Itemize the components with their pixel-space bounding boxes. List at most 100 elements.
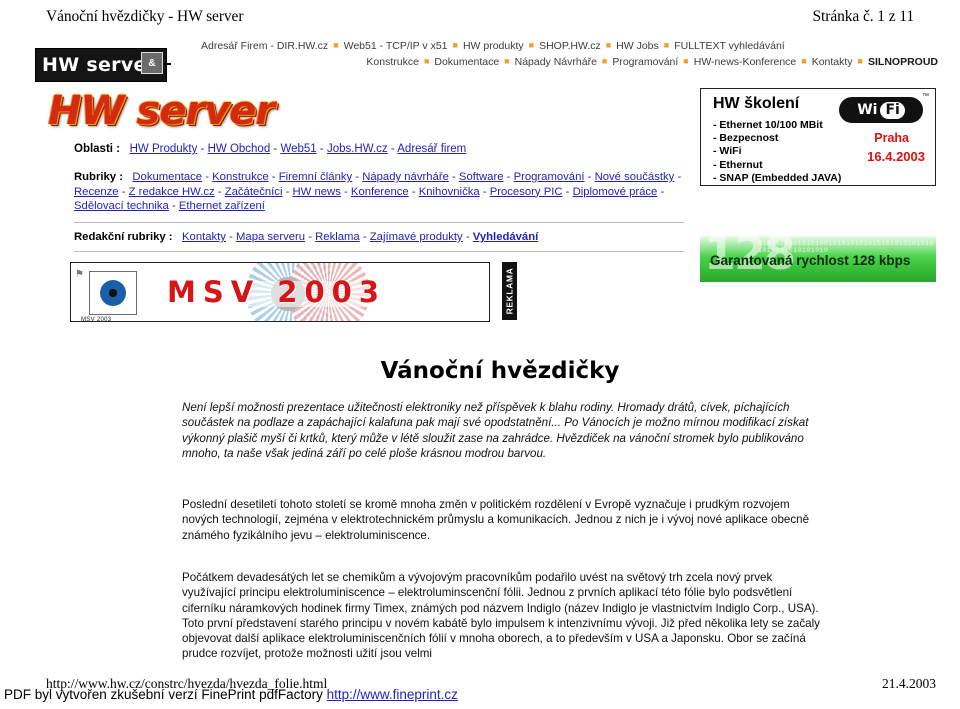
- article-paragraph-1: Poslední desetiletí tohoto století se kr…: [182, 498, 810, 542]
- nav-item-kontakty[interactable]: Kontakty: [812, 56, 853, 68]
- link-separator: -: [225, 231, 237, 243]
- hw-skoleni-ad-banner[interactable]: HW školení - Ethernet 10/100 MBit - Bezpe…: [700, 88, 936, 186]
- nav-item-fulltext-vyhled-v-n[interactable]: FULLTEXT vyhledávání: [674, 40, 785, 52]
- hw-server-logo[interactable]: HW server &: [35, 40, 171, 82]
- link-separator: -: [584, 171, 595, 183]
- link-separator: -: [268, 171, 279, 183]
- msv-logo-inner-icon: [100, 280, 126, 306]
- fineprint-link[interactable]: http://www.fineprint.cz: [327, 687, 458, 702]
- nav-separator-icon: ■: [452, 40, 458, 50]
- link-hw-news[interactable]: HW news: [293, 186, 341, 198]
- link-firemn-l-nky[interactable]: Firemní články: [279, 171, 352, 183]
- nav-separator-icon: ■: [423, 56, 430, 66]
- link-konstrukce[interactable]: Konstrukce: [212, 171, 269, 183]
- link-dokumentace[interactable]: Dokumentace: [132, 171, 202, 183]
- link-software[interactable]: Software: [459, 171, 504, 183]
- skoleni-list-item: - Ethernet 10/100 MBit: [713, 119, 823, 131]
- link-hw-obchod[interactable]: HW Obchod: [208, 143, 271, 155]
- link-programov-n[interactable]: Programování: [514, 171, 585, 183]
- link-za-te-n-ci[interactable]: Začátečníci: [225, 186, 283, 198]
- skoleni-date: 16.4.2003: [867, 149, 925, 164]
- link-adres-firem[interactable]: Adresář firem: [397, 143, 466, 155]
- skoleni-item-list: - Ethernet 10/100 MBit - Bezpecnost - WiFi…: [713, 119, 841, 185]
- reklama-text: REKLAMA: [504, 267, 515, 315]
- hw-server-flame-banner: HW server: [48, 86, 338, 136]
- nav-item-hw-produkty[interactable]: HW produkty: [463, 40, 524, 52]
- link-n-pady-n-vrh-e[interactable]: Nápady návrháře: [362, 171, 449, 183]
- link-konference[interactable]: Konference: [351, 186, 409, 198]
- msv-2003-ad-banner[interactable]: ⚑ MSV 2003 MSV 2003: [70, 262, 490, 322]
- link-separator: -: [503, 171, 514, 183]
- nav-row-primary: Adresář Firem - DIR.HW.cz ■ Web51 - TCP/IP…: [198, 38, 940, 54]
- link-separator: -: [316, 143, 327, 155]
- wifi-wi-text: Wi: [857, 102, 878, 118]
- redakcni-links: Kontakty - Mapa serveru - Reklama - Zají…: [176, 231, 539, 243]
- divider-top: [74, 222, 684, 223]
- logo-text: HW server: [42, 53, 157, 76]
- wifi-logo-icon: Wi Fi: [839, 97, 923, 123]
- nav-item-programov-n[interactable]: Programování: [612, 56, 678, 68]
- pdf-print-header: Vánoční hvězdičky - HW server Stránka č.…: [0, 8, 960, 26]
- nav-item-dokumentace[interactable]: Dokumentace: [434, 56, 499, 68]
- fineprint-watermark: PDF byl vytvořen zkušební verzí FinePrin…: [4, 687, 458, 702]
- nav-item-hw-news-konference[interactable]: HW-news-Konference: [694, 56, 797, 68]
- site-header: HW server & Adresář Firem - DIR.HW.cz ■ We…: [35, 38, 940, 82]
- link-separator: -: [282, 185, 293, 198]
- link-recenze[interactable]: Recenze: [74, 186, 119, 198]
- nav-separator-icon: ■: [683, 56, 689, 66]
- kbps-ad-banner[interactable]: 128 010101010101010010101010101010101010…: [700, 236, 936, 282]
- article-perex: Není lepší možnosti prezentace užitečnos…: [182, 401, 809, 460]
- footer-print-date: 21.4.2003: [882, 676, 936, 691]
- link-diplomov-pr-ce[interactable]: Diplomové práce: [573, 186, 658, 198]
- link-web51[interactable]: Web51: [280, 143, 316, 155]
- link-separator: -: [448, 171, 459, 183]
- nav-separator-icon: ■: [504, 56, 510, 66]
- link-procesory-pic[interactable]: Procesory PIC: [490, 186, 563, 198]
- skoleni-list-item: - WiFi: [713, 145, 742, 158]
- link-separator: -: [197, 143, 208, 155]
- nav-item-shop-hw-cz[interactable]: SHOP.HW.cz: [539, 40, 601, 52]
- link-zaj-mav-produkty[interactable]: Zajímavé produkty: [370, 231, 463, 243]
- nav-item-adres-firem-dir-hw-cz[interactable]: Adresář Firem - DIR.HW.cz: [201, 40, 328, 52]
- nav-separator-icon: ■: [801, 56, 807, 66]
- link-reklama[interactable]: Reklama: [315, 231, 360, 243]
- nav-separator-icon: ■: [333, 40, 339, 50]
- nav-separator-icon: ■: [601, 56, 608, 66]
- link-hw-produkty[interactable]: HW Produkty: [130, 143, 198, 155]
- link-ethernet-za-zen[interactable]: Ethernet zařízení: [179, 200, 265, 212]
- link-z-redakce-hw-cz[interactable]: Z redakce HW.cz: [129, 186, 215, 198]
- link-separator: -: [340, 185, 351, 198]
- link-mapa-serveru[interactable]: Mapa serveru: [236, 231, 305, 243]
- divider-bottom: [74, 251, 684, 252]
- link-separator: -: [270, 143, 281, 155]
- link-separator: -: [352, 171, 363, 183]
- link-separator: -: [168, 200, 179, 213]
- kbps-binary-decoration: 0101010101010100101010101010101010101010…: [758, 240, 935, 254]
- article-paragraph-2: Počátkem devadesátých let se chemikům a …: [182, 571, 820, 661]
- nav-item-silnoproud[interactable]: SILNOPROUD: [868, 56, 938, 68]
- seal-icon: ⚑: [75, 269, 84, 280]
- link-jobs-hw-cz[interactable]: Jobs.HW.cz: [327, 143, 388, 155]
- skoleni-city: Praha: [874, 131, 909, 145]
- pdf-page: Vánoční hvězdičky - HW server Stránka č.…: [0, 0, 960, 709]
- link-nov-sou-stky[interactable]: Nové součástky: [595, 171, 675, 183]
- kbps-headline: Garantovaná rychlost 128 kbps: [710, 253, 911, 268]
- nav-item-hw-jobs[interactable]: HW Jobs: [616, 40, 659, 52]
- link-vyhled-v-n-[interactable]: Vyhledávání: [473, 231, 539, 243]
- top-navigation: Adresář Firem - DIR.HW.cz ■ Web51 - TCP/IP…: [198, 38, 940, 70]
- skoleni-title: HW školení: [713, 95, 800, 112]
- msv-logo-caption: MSV 2003: [81, 317, 112, 322]
- fineprint-text: PDF byl vytvořen zkušební verzí FinePrin…: [4, 687, 327, 702]
- link-separator: -: [214, 185, 225, 198]
- nav-item-web51-tcp-ip-v-x51[interactable]: Web51 - TCP/IP v x51: [344, 40, 448, 52]
- link-sd-lovac-technika[interactable]: Sdělovací technika: [74, 200, 169, 212]
- nav-item-n-pady-n-vrh-e[interactable]: Nápady Návrháře: [515, 56, 597, 68]
- article-title: Vánoční hvězdičky: [380, 358, 620, 384]
- nav-item-konstrukce[interactable]: Konstrukce: [366, 56, 419, 68]
- link-knihovni-ka[interactable]: Knihovnička: [419, 186, 480, 198]
- link-separator: -: [408, 185, 419, 198]
- link-separator: -: [305, 231, 316, 243]
- link-separator: -: [674, 171, 682, 183]
- rubriky-row: Rubriky : Dokumentace - Konstrukce - Fir…: [74, 170, 684, 214]
- link-kontakty[interactable]: Kontakty: [182, 231, 226, 243]
